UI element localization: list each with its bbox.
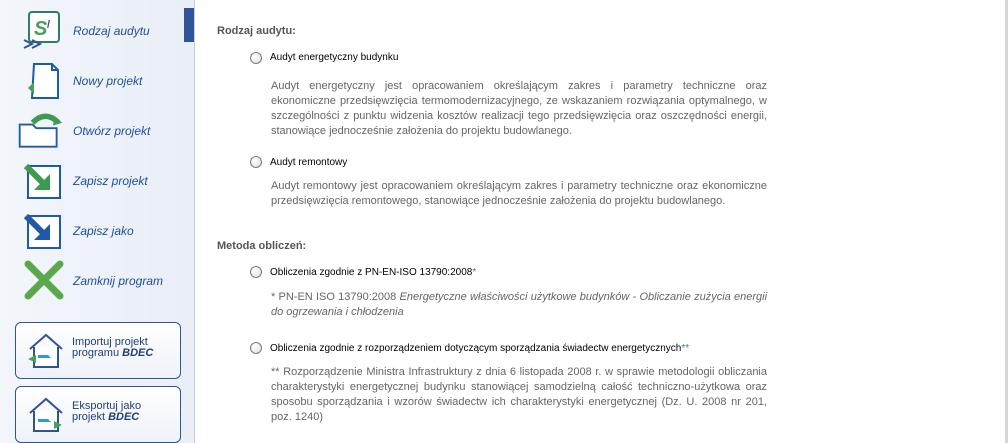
main-panel: Rodzaj audytu: Audyt energetyczny budynk…	[195, 0, 1005, 443]
method-iso-footnote-marker: *	[472, 267, 477, 278]
sidebar-item-save-as[interactable]: Zapisz jako	[0, 208, 184, 254]
export-button-text: Eksportuj jako projekt BDEC	[72, 401, 141, 423]
method-regulation-radio[interactable]	[250, 342, 262, 354]
import-button-bdec: BDEC	[122, 347, 154, 359]
sidebar-item-label: Zapisz projekt	[73, 174, 148, 188]
active-item-indicator	[184, 8, 194, 42]
import-button-line2: programu	[72, 347, 123, 359]
sidebar-item-audit-type[interactable]: S / Rodzaj audytu	[0, 8, 184, 54]
export-bdec-button[interactable]: Eksportuj jako projekt BDEC	[15, 386, 181, 443]
audit-energy-label[interactable]: Audyt energetyczny budynku	[270, 52, 398, 63]
method-regulation-note: ** Rozporządzenie Ministra Infrastruktur…	[271, 366, 767, 423]
sidebar-item-new-project[interactable]: Nowy projekt	[0, 58, 184, 104]
save-as-icon	[23, 213, 61, 249]
audit-type-icon: S /	[23, 11, 60, 49]
export-button-bdec: BDEC	[108, 411, 140, 423]
audit-renovation-radio[interactable]	[250, 156, 262, 168]
audit-energy-description: Audyt energetyczny jest opracowaniem okr…	[271, 80, 767, 137]
new-document-icon	[28, 63, 59, 99]
method-iso-label-text: Obliczenia zgodnie z PN-EN-ISO 13790:200…	[270, 267, 473, 278]
method-iso-label[interactable]: Obliczenia zgodnie z PN-EN-ISO 13790:200…	[270, 267, 476, 278]
sidebar-item-label: Zamknij program	[73, 274, 164, 288]
sidebar-item-label: Nowy projekt	[73, 74, 143, 88]
calculation-method-heading: Metoda obliczeń:	[217, 240, 307, 252]
import-button-text: Importuj projekt programu BDEC	[72, 337, 153, 359]
method-iso-radio[interactable]	[250, 266, 262, 278]
method-regulation-label[interactable]: Obliczenia zgodnie z rozporządzeniem dot…	[270, 343, 689, 354]
export-button-line2: projekt	[72, 411, 109, 423]
sidebar-item-label: Rodzaj audytu	[73, 24, 150, 38]
sidebar: S / Rodzaj audytu Nowy projekt Otwórz pr…	[0, 0, 195, 443]
audit-renovation-label[interactable]: Audyt remontowy	[270, 157, 347, 168]
method-iso-note-prefix: * PN-EN ISO 13790:2008	[271, 291, 400, 303]
export-house-icon	[29, 397, 63, 432]
close-x-icon	[24, 260, 64, 300]
save-arrow-icon	[23, 163, 61, 199]
method-regulation-label-text: Obliczenia zgodnie z rozporządzeniem dot…	[270, 343, 682, 354]
audit-renovation-description: Audyt remontowy jest opracowaniem określ…	[271, 180, 767, 207]
import-bdec-button[interactable]: Importuj projekt programu BDEC	[15, 322, 181, 379]
svg-text:/: /	[47, 19, 50, 31]
sidebar-item-label: Zapisz jako	[73, 224, 134, 238]
method-iso-note: * PN-EN ISO 13790:2008 Energetyczne właś…	[271, 290, 767, 320]
svg-text:S: S	[34, 18, 48, 40]
sidebar-item-open-project[interactable]: Otwórz projekt	[0, 108, 184, 154]
audit-energy-radio[interactable]	[250, 52, 262, 64]
open-folder-icon	[18, 113, 63, 148]
audit-type-heading: Rodzaj audytu:	[217, 25, 296, 37]
sidebar-item-save-project[interactable]: Zapisz projekt	[0, 158, 184, 204]
import-house-icon	[28, 333, 63, 368]
method-regulation-footnote-marker: **	[681, 343, 690, 354]
sidebar-item-close-program[interactable]: Zamknij program	[0, 258, 184, 304]
sidebar-item-label: Otwórz projekt	[73, 124, 151, 138]
